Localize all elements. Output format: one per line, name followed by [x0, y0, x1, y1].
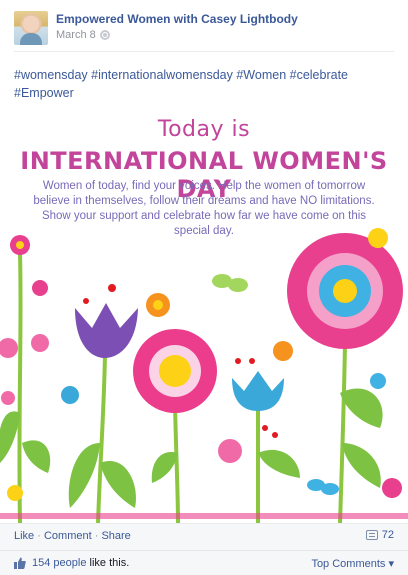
post-footer: Like · Comment · Share 72 154 people lik…	[0, 523, 408, 575]
likes-suffix: like this.	[86, 557, 130, 569]
image-title-line1: Today is	[157, 117, 251, 142]
header-divider	[14, 51, 394, 52]
likes-summary: 154 people like this.	[32, 557, 129, 569]
like-link[interactable]: Like	[14, 530, 34, 542]
post-header: Empowered Women with Casey Lightbody Mar…	[14, 11, 394, 49]
comment-link[interactable]: Comment	[44, 530, 92, 542]
likes-count-link[interactable]: 154 people	[32, 557, 86, 569]
page-name-link[interactable]: Empowered Women with Casey Lightbody	[56, 12, 298, 26]
image-paragraph: Women of today, find your voices. Help t…	[33, 180, 375, 237]
top-comments-dropdown[interactable]: Top Comments ▾	[311, 557, 394, 570]
comment-icon	[365, 530, 378, 540]
post-meta: March 8	[56, 29, 110, 41]
thumbs-up-icon	[14, 557, 26, 569]
action-separator: ·	[91, 530, 102, 542]
comment-count-value: 72	[381, 529, 394, 541]
post-date[interactable]: March 8	[56, 29, 96, 41]
share-link[interactable]: Share	[101, 530, 130, 542]
comment-count[interactable]: 72	[365, 529, 394, 541]
post-actions: Like · Comment · Share	[14, 530, 131, 542]
page-avatar[interactable]	[14, 11, 48, 45]
likes-row: 154 people like this. Top Comments ▾	[0, 550, 408, 575]
facebook-post: Empowered Women with Casey Lightbody Mar…	[0, 0, 408, 575]
globe-icon	[99, 30, 110, 40]
post-image[interactable]: Today is INTERNATIONAL WOMEN'S DAY Women…	[0, 113, 408, 523]
post-hashtags[interactable]: #womensday #internationalwomensday #Wome…	[14, 66, 394, 102]
action-separator: ·	[34, 530, 44, 542]
